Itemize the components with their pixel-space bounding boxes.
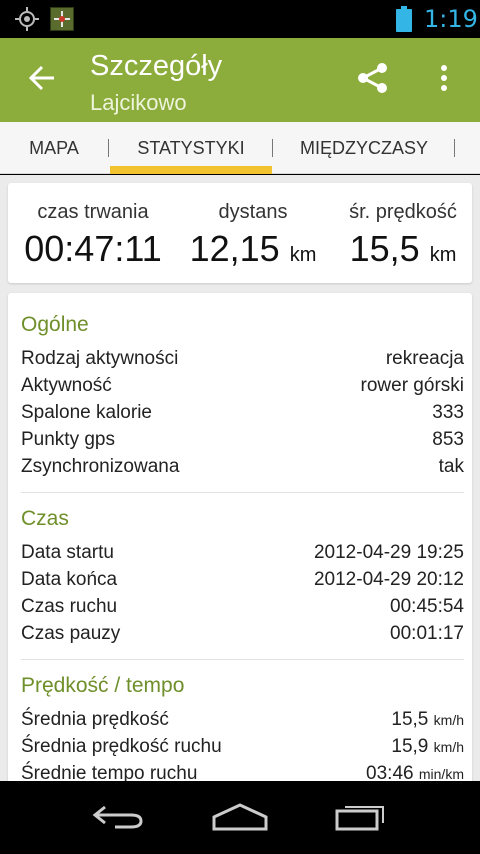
detail-value: tak — [438, 456, 464, 477]
detail-value-wrapper: 15,5 km/h — [391, 709, 464, 731]
avg-speed-summary: śr. prędkość 15,5 km — [338, 201, 468, 270]
page-title: Szczegóły — [90, 50, 223, 82]
detail-row: Spalone kalorie 333 — [21, 402, 464, 429]
detail-row: Rodzaj aktywności rekreacja — [21, 348, 464, 375]
detail-row: Zsynchronizowana tak — [21, 456, 464, 483]
detail-row: Data końca 2012-04-29 20:12 — [21, 569, 464, 596]
distance-value-wrapper: 12,15 km — [183, 228, 323, 270]
detail-value-wrapper: 15,9 km/h — [391, 736, 464, 758]
nav-home-icon — [211, 799, 269, 838]
nav-recent-apps-icon — [333, 799, 389, 838]
detail-label: Średnia prędkość — [21, 709, 169, 730]
summary-card: czas trwania 00:47:11 dystans 12,15 km ś… — [8, 183, 472, 283]
distance-value: 12,15 — [189, 228, 280, 269]
detail-label: Data końca — [21, 569, 118, 590]
page-subtitle: Lajcikowo — [90, 90, 187, 115]
detail-label: Czas pauzy — [21, 623, 121, 644]
detail-value: 2012-04-29 19:25 — [313, 542, 464, 563]
battery-icon — [396, 6, 412, 32]
action-bar: Szczegóły Lajcikowo — [0, 38, 480, 122]
detail-label: Spalone kalorie — [21, 402, 152, 423]
detail-label: Zsynchronizowana — [21, 456, 180, 477]
status-bar: 1:19 — [0, 0, 480, 38]
distance-summary: dystans 12,15 km — [183, 201, 323, 270]
detail-value: rower górski — [360, 375, 464, 396]
back-arrow-icon — [28, 64, 56, 97]
duration-value: 00:47:11 — [24, 228, 162, 269]
detail-label: Aktywność — [21, 375, 112, 396]
detail-value: 15,5 — [391, 709, 429, 730]
detail-value: 853 — [432, 429, 464, 450]
tab-separator — [272, 139, 273, 157]
overflow-menu-button[interactable] — [428, 58, 460, 102]
section-title-general: Ogólne — [21, 313, 89, 336]
detail-label: Data startu — [21, 542, 114, 563]
active-tab-indicator — [110, 166, 272, 174]
detail-label: Punkty gps — [21, 429, 115, 450]
tab-miedzyczasy[interactable]: MIĘDZYCZASY — [274, 122, 454, 174]
detail-value: 2012-04-29 20:12 — [313, 569, 464, 590]
detail-label: Średnie tempo ruchu — [21, 763, 198, 781]
detail-row: Czas pauzy 00:01:17 — [21, 623, 464, 650]
detail-row: Data startu 2012-04-29 19:25 — [21, 542, 464, 569]
detail-row: Średnia prędkość ruchu 15,9 km/h — [21, 736, 464, 763]
detail-value: 333 — [432, 402, 464, 423]
tab-separator — [454, 139, 455, 157]
avg-speed-value: 15,5 — [349, 228, 420, 269]
duration-label: czas trwania — [37, 201, 149, 223]
detail-unit: km/h — [433, 739, 464, 755]
details-card: Ogólne Rodzaj aktywności rekreacja Aktyw… — [8, 293, 472, 781]
tab-separator — [108, 139, 109, 157]
detail-label: Rodzaj aktywności — [21, 348, 179, 369]
detail-row: Średnie tempo ruchu 03:46 min/km — [21, 763, 464, 781]
avg-speed-value-wrapper: 15,5 km — [338, 228, 468, 270]
overflow-menu-icon — [440, 64, 448, 97]
section-divider — [21, 659, 464, 660]
avg-speed-label: śr. prędkość — [349, 201, 457, 223]
statistics-content[interactable]: czas trwania 00:47:11 dystans 12,15 km ś… — [0, 175, 480, 781]
detail-row: Średnia prędkość 15,5 km/h — [21, 709, 464, 736]
nav-back-button[interactable] — [84, 796, 154, 840]
distance-label: dystans — [218, 201, 288, 223]
nav-back-icon — [91, 799, 147, 838]
section-title-speed: Prędkość / tempo — [21, 674, 185, 697]
detail-unit: min/km — [418, 766, 464, 781]
detail-value: 15,9 — [391, 736, 429, 757]
clock-time: 1:19 — [424, 5, 478, 33]
detail-unit: km/h — [433, 712, 464, 728]
detail-value: rekreacja — [385, 348, 464, 369]
nav-recent-apps-button[interactable] — [326, 796, 396, 840]
distance-unit: km — [289, 244, 317, 266]
tab-mapa[interactable]: MAPA — [0, 122, 108, 174]
nav-home-button[interactable] — [205, 796, 275, 840]
detail-value: 00:45:54 — [390, 596, 464, 617]
detail-label: Czas ruchu — [21, 596, 118, 617]
share-button[interactable] — [350, 58, 394, 102]
detail-value: 03:46 — [366, 763, 414, 781]
detail-row: Czas ruchu 00:45:54 — [21, 596, 464, 623]
gps-icon — [14, 6, 40, 32]
detail-label: Średnia prędkość ruchu — [21, 736, 222, 757]
detail-value-wrapper: 03:46 min/km — [366, 763, 464, 781]
share-icon — [354, 60, 390, 101]
section-divider — [21, 492, 464, 493]
detail-row: Punkty gps 853 — [21, 429, 464, 456]
duration-summary: czas trwania 00:47:11 — [18, 201, 168, 270]
detail-row: Aktywność rower górski — [21, 375, 464, 402]
avg-speed-unit: km — [429, 244, 457, 266]
app-notification-icon — [50, 7, 74, 31]
back-button[interactable] — [22, 60, 62, 100]
system-navigation-bar — [0, 782, 480, 854]
section-title-time: Czas — [21, 507, 69, 530]
detail-value: 00:01:17 — [390, 623, 464, 644]
